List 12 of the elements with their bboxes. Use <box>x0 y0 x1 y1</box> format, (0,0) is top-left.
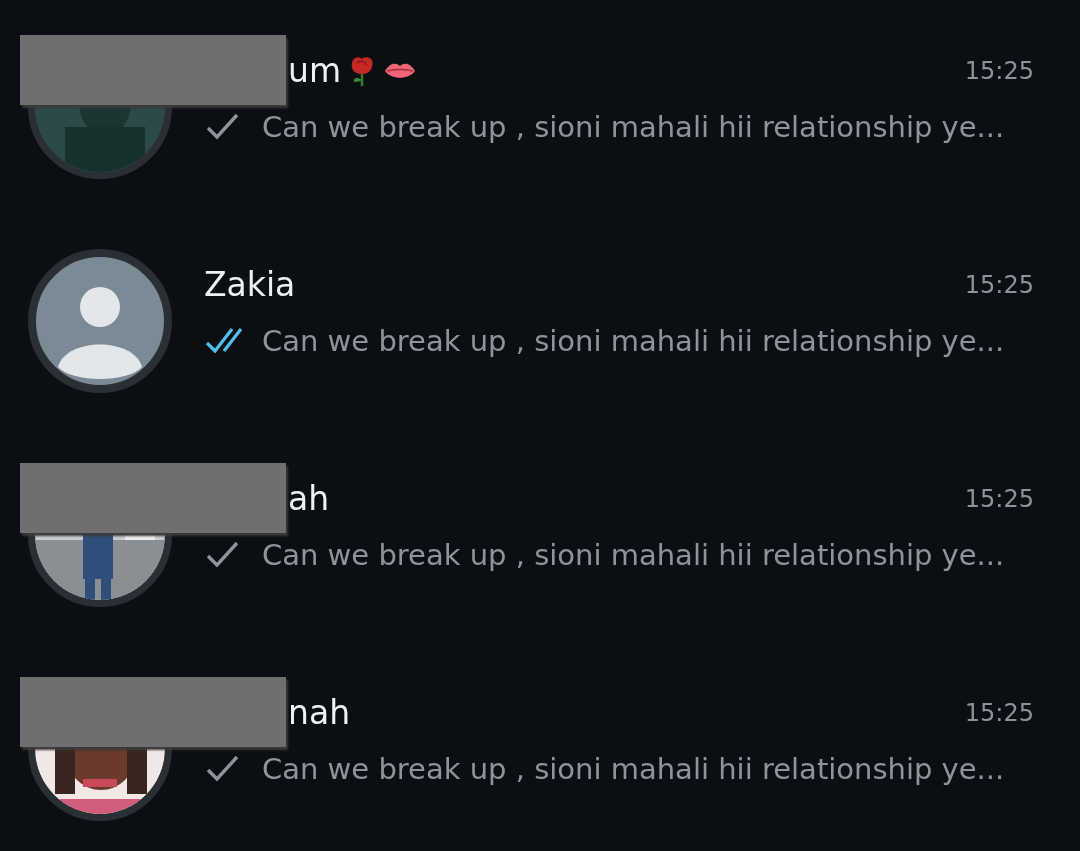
message-preview: Can we break up , sioni mahali hii relationship ye... <box>262 537 1005 574</box>
message-preview: Can we break up , sioni mahali hii relationship ye... <box>262 751 1005 788</box>
message-time: 15:25 <box>964 56 1034 87</box>
message-preview: Can we break up , sioni mahali hii relationship ye... <box>262 323 1005 360</box>
contact-name: Zakia <box>204 265 296 305</box>
message-time: 15:25 <box>964 484 1034 515</box>
message-time: 15:25 <box>964 270 1034 301</box>
contact-name: ah <box>288 479 330 519</box>
contact-name: um <box>288 51 342 91</box>
message-time: 15:25 <box>964 698 1034 729</box>
contact-name: nah <box>288 693 351 733</box>
message-preview: Can we break up , sioni mahali hii relationship ye... <box>262 109 1005 146</box>
